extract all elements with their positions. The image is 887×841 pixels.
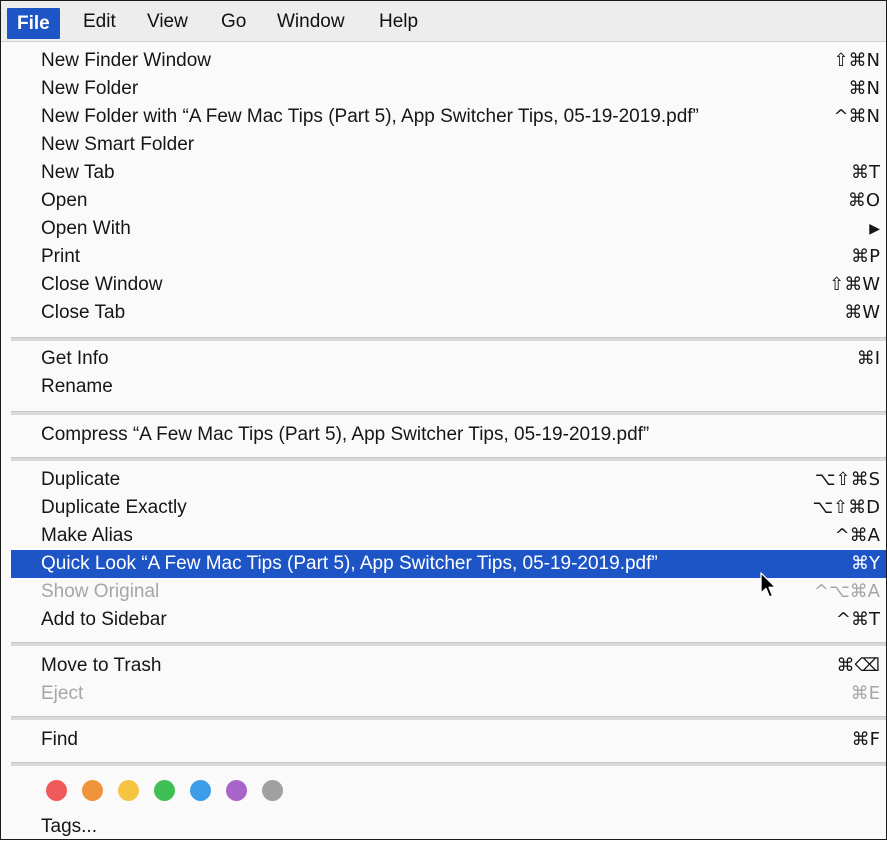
menu-separator (11, 642, 886, 646)
menu-separator (11, 762, 886, 766)
menu-item-duplicate[interactable]: Duplicate ⌥⇧⌘S (11, 466, 886, 494)
tag-orange-dot[interactable] (82, 780, 103, 801)
menu-item-shortcut: ⇧⌘N (833, 50, 880, 71)
menu-separator (11, 457, 886, 461)
tag-red-dot[interactable] (46, 780, 67, 801)
menu-item-new-tab[interactable]: New Tab ⌘T (11, 159, 886, 187)
menu-item-add-to-sidebar[interactable]: Add to Sidebar ^⌘T (11, 606, 886, 634)
menu-item-label: New Tab (41, 162, 115, 183)
menubar-help[interactable]: Help (369, 5, 428, 39)
menu-item-shortcut: ⌘W (844, 302, 880, 323)
menu-item-make-alias[interactable]: Make Alias ^⌘A (11, 522, 886, 550)
menu-item-shortcut: ^⌘A (834, 525, 880, 546)
menu-item-shortcut: ⌘P (851, 246, 880, 267)
menu-item-quick-look[interactable]: Quick Look “A Few Mac Tips (Part 5), App… (11, 550, 886, 578)
menubar-edit[interactable]: Edit (73, 5, 126, 39)
tag-gray-dot[interactable] (262, 780, 283, 801)
menu-item-label: Rename (41, 376, 113, 397)
menu-item-label: New Finder Window (41, 50, 211, 71)
menu-item-label: Print (41, 246, 81, 267)
menu-item-label: Duplicate Exactly (41, 497, 187, 518)
file-menu-window: File Edit View Go Window Help New Finder… (0, 0, 887, 840)
menu-item-duplicate-exactly[interactable]: Duplicate Exactly ⌥⇧⌘D (11, 494, 886, 522)
menu-item-tags[interactable]: Tags... (11, 813, 886, 841)
menu-item-shortcut: ^⌘N (833, 106, 880, 127)
menu-item-shortcut: ^⌘T (835, 609, 880, 630)
menu-item-label: New Folder (41, 78, 139, 99)
menu-item-label: Duplicate (41, 469, 121, 490)
menu-item-shortcut: ⇧⌘W (829, 274, 880, 295)
menu-item-show-original: Show Original ^⌥⌘A (11, 578, 886, 606)
menu-item-label: Eject (41, 683, 84, 704)
menu-item-shortcut: ⌘N (848, 78, 880, 99)
menu-item-label: Close Window (41, 274, 163, 295)
menu-item-shortcut: ⌥⇧⌘S (814, 469, 880, 490)
menu-item-label: Compress “A Few Mac Tips (Part 5), App S… (41, 424, 650, 445)
menubar-window[interactable]: Window (267, 5, 355, 39)
menu-bar: File Edit View Go Window Help (1, 1, 886, 42)
menubar-file[interactable]: File (7, 8, 60, 39)
menu-item-shortcut: ⌘T (851, 162, 880, 183)
menu-item-label: Move to Trash (41, 655, 162, 676)
menu-item-find[interactable]: Find ⌘F (11, 726, 886, 754)
menu-item-get-info[interactable]: Get Info ⌘I (11, 345, 886, 373)
menu-item-label: Close Tab (41, 302, 126, 323)
menu-item-label: Show Original (41, 581, 160, 602)
menu-item-compress[interactable]: Compress “A Few Mac Tips (Part 5), App S… (11, 421, 886, 449)
menu-item-close-tab[interactable]: Close Tab ⌘W (11, 299, 886, 327)
menu-item-new-folder[interactable]: New Folder ⌘N (11, 75, 886, 103)
menu-separator (11, 411, 886, 415)
menu-item-label: Find (41, 729, 78, 750)
menu-item-label: New Folder with “A Few Mac Tips (Part 5)… (41, 106, 699, 127)
menu-item-new-finder-window[interactable]: New Finder Window ⇧⌘N (11, 47, 886, 75)
menu-item-shortcut: ^⌥⌘A (813, 581, 880, 602)
menu-item-open-with[interactable]: Open With ▶ (11, 215, 886, 243)
menu-item-new-smart-folder[interactable]: New Smart Folder (11, 131, 886, 159)
menu-item-shortcut: ⌥⇧⌘D (812, 497, 880, 518)
menu-item-shortcut: ⌘I (856, 348, 880, 369)
menu-item-new-folder-with[interactable]: New Folder with “A Few Mac Tips (Part 5)… (11, 103, 886, 131)
menu-item-rename[interactable]: Rename (11, 373, 886, 401)
tag-blue-dot[interactable] (190, 780, 211, 801)
menu-item-label: Tags... (41, 816, 97, 837)
menu-item-shortcut: ⌘O (847, 190, 880, 211)
menu-item-label: Make Alias (41, 525, 133, 546)
menu-item-shortcut: ⌘Y (851, 553, 880, 574)
menu-separator (11, 337, 886, 341)
menu-item-label: Get Info (41, 348, 109, 369)
menu-item-label: Open (41, 190, 88, 211)
menu-item-open[interactable]: Open ⌘O (11, 187, 886, 215)
menu-item-close-window[interactable]: Close Window ⇧⌘W (11, 271, 886, 299)
menu-item-eject: Eject ⌘E (11, 680, 886, 708)
menu-item-label: Open With (41, 218, 131, 239)
tag-green-dot[interactable] (154, 780, 175, 801)
submenu-arrow-icon: ▶ (869, 221, 880, 237)
arrow-pointer-icon (760, 572, 777, 598)
menubar-go[interactable]: Go (211, 5, 256, 39)
menu-item-label: Add to Sidebar (41, 609, 167, 630)
menu-item-shortcut: ⌘E (850, 683, 880, 704)
menu-separator (11, 716, 886, 720)
menu-item-label: New Smart Folder (41, 134, 195, 155)
tag-yellow-dot[interactable] (118, 780, 139, 801)
menu-item-shortcut: ⌘⌫ (836, 655, 880, 676)
menubar-view[interactable]: View (137, 5, 198, 39)
menu-item-shortcut: ⌘F (851, 729, 880, 750)
menu-item-label: Quick Look “A Few Mac Tips (Part 5), App… (41, 553, 658, 574)
menu-item-move-to-trash[interactable]: Move to Trash ⌘⌫ (11, 652, 886, 680)
menu-item-print[interactable]: Print ⌘P (11, 243, 886, 271)
tag-purple-dot[interactable] (226, 780, 247, 801)
